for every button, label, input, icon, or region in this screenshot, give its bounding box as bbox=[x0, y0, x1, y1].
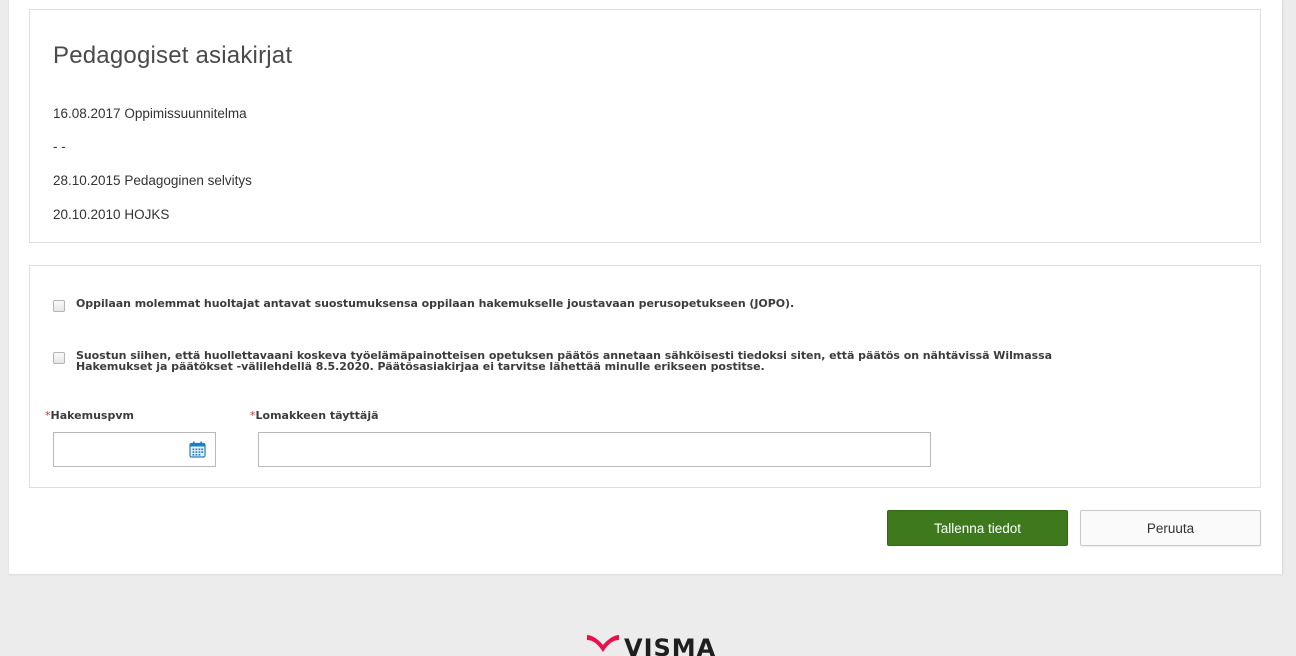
panel-title: Pedagogiset asiakirjat bbox=[53, 42, 293, 69]
consent-jopo-label: Oppilaan molemmat huoltajat antavat suos… bbox=[76, 297, 795, 310]
application-date-input[interactable] bbox=[53, 432, 216, 467]
consent-jopo-checkbox[interactable] bbox=[53, 300, 65, 312]
visma-logo: VISMA bbox=[586, 627, 716, 656]
filler-field-label: *Lomakkeen täyttäjä bbox=[250, 409, 379, 422]
document-item: 16.08.2017 Oppimissuunnitelma bbox=[53, 106, 247, 121]
visma-logo-mark-icon bbox=[587, 634, 619, 652]
form-filler-input[interactable] bbox=[258, 432, 931, 467]
save-button[interactable]: Tallenna tiedot bbox=[887, 510, 1068, 546]
consent-electronic-decision-row: Suostun siihen, että huollettavaani kosk… bbox=[53, 350, 1052, 372]
document-item: - - bbox=[53, 139, 66, 154]
visma-logo-text: VISMA bbox=[624, 633, 717, 656]
document-item: 28.10.2015 Pedagoginen selvitys bbox=[53, 173, 252, 188]
calendar-icon[interactable] bbox=[189, 441, 206, 458]
consent-jopo-row: Oppilaan molemmat huoltajat antavat suos… bbox=[53, 298, 794, 312]
main-content: Pedagogiset asiakirjat 16.08.2017 Oppimi… bbox=[9, 0, 1283, 574]
pedagogical-documents-panel: Pedagogiset asiakirjat 16.08.2017 Oppimi… bbox=[29, 9, 1261, 243]
document-item: 20.10.2010 HOJKS bbox=[53, 207, 170, 222]
date-field-label: *Hakemuspvm bbox=[45, 409, 134, 422]
cancel-button[interactable]: Peruuta bbox=[1080, 510, 1261, 546]
consent-electronic-decision-label: Suostun siihen, että huollettavaani kosk… bbox=[76, 349, 1052, 373]
consent-electronic-decision-checkbox[interactable] bbox=[53, 352, 65, 364]
application-form-panel: Oppilaan molemmat huoltajat antavat suos… bbox=[29, 265, 1261, 488]
